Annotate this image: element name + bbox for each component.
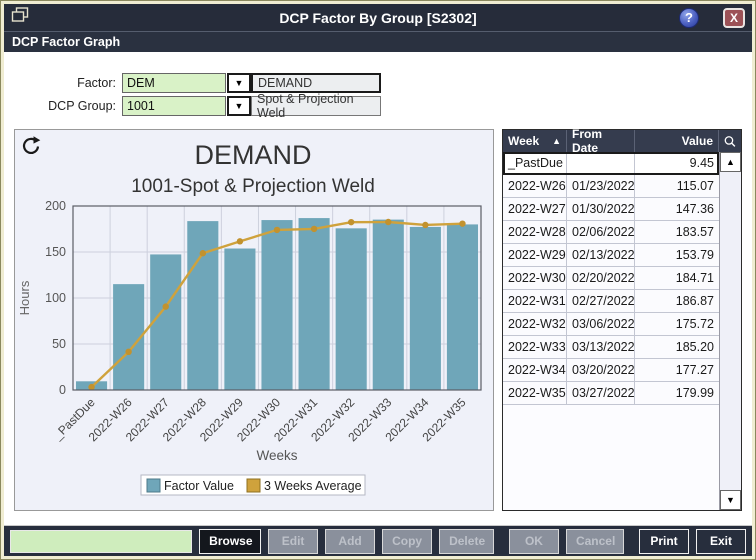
week-value-table: Week ▲ From Date Value _P [502, 129, 742, 511]
svg-text:3 Weeks Average: 3 Weeks Average [264, 479, 362, 493]
table-cell: 179.99 [635, 382, 719, 404]
close-icon[interactable]: X [723, 8, 745, 28]
factor-row: Factor: ▼ DEMAND [12, 72, 752, 93]
svg-text:100: 100 [45, 291, 66, 305]
edit-button: Edit [268, 529, 318, 554]
table-cell: 9.45 [635, 152, 719, 174]
svg-text:50: 50 [52, 337, 66, 351]
svg-text:1001-Spot & Projection Weld: 1001-Spot & Projection Weld [131, 176, 375, 197]
factor-label: Factor: [12, 76, 122, 90]
table-cell: 186.87 [635, 290, 719, 312]
exit-button[interactable]: Exit [696, 529, 746, 554]
table-cell: 02/27/2022 [567, 290, 635, 312]
table-cell [567, 152, 635, 174]
table-row[interactable]: _PastDue 9.45 [503, 152, 719, 175]
print-button[interactable]: Print [639, 529, 689, 554]
table-row[interactable]: 2022-W2902/13/2022153.79 [503, 244, 719, 267]
table-cell: 2022-W27 [503, 198, 567, 220]
table-row[interactable]: 2022-W3503/27/2022179.99 [503, 382, 719, 405]
table-row[interactable]: 2022-W2701/30/2022147.36 [503, 198, 719, 221]
svg-text:0: 0 [59, 383, 66, 397]
column-header-from-date[interactable]: From Date [567, 130, 635, 152]
table-cell: 2022-W35 [503, 382, 567, 404]
sort-ascending-icon: ▲ [552, 136, 561, 146]
column-header-week[interactable]: Week ▲ [503, 130, 567, 152]
column-header-value[interactable]: Value [635, 130, 719, 152]
vertical-scrollbar[interactable]: ▲ ▼ [719, 152, 741, 510]
dcp-group-label: DCP Group: [12, 99, 122, 113]
table-row[interactable]: 2022-W3203/06/2022175.72 [503, 313, 719, 336]
table-cell: 2022-W32 [503, 313, 567, 335]
window-frame: DCP Factor By Group [S2302] ? X DCP Fact… [0, 0, 756, 560]
table-cell: 03/20/2022 [567, 359, 635, 381]
content-area: Factor: ▼ DEMAND DCP Group: ▼ Spot & Pro… [4, 52, 752, 525]
delete-button: Delete [439, 529, 494, 554]
table-cell: 177.27 [635, 359, 719, 381]
factor-dropdown-icon[interactable]: ▼ [227, 73, 251, 93]
tab-dcp-factor-graph: DCP Factor Graph [4, 31, 752, 52]
svg-text:200: 200 [45, 199, 66, 213]
table-cell: 02/13/2022 [567, 244, 635, 266]
table-cell: 03/13/2022 [567, 336, 635, 358]
dcp-factor-window: DCP Factor By Group [S2302] ? X DCP Fact… [4, 4, 752, 556]
factor-description: DEMAND [251, 73, 381, 93]
browse-button[interactable]: Browse [199, 529, 261, 554]
table-cell: 2022-W30 [503, 267, 567, 289]
help-icon[interactable]: ? [679, 8, 699, 28]
table-cell: 2022-W31 [503, 290, 567, 312]
table-cell: 184.71 [635, 267, 719, 289]
week-header-label: Week [508, 134, 539, 148]
table-cell: 02/20/2022 [567, 267, 635, 289]
table-cell: 03/27/2022 [567, 382, 635, 404]
dcp-group-description: Spot & Projection Weld [251, 96, 381, 116]
table-cell: 02/06/2022 [567, 221, 635, 243]
title-bar: DCP Factor By Group [S2302] ? X [4, 4, 752, 31]
table-body: _PastDue9.452022-W2601/23/2022115.072022… [503, 152, 719, 510]
table-row[interactable]: 2022-W3403/20/2022177.27 [503, 359, 719, 382]
table-cell: 147.36 [635, 198, 719, 220]
copy-button: Copy [382, 529, 432, 554]
command-input[interactable] [10, 530, 192, 553]
svg-text:150: 150 [45, 245, 66, 259]
table-cell: 01/23/2022 [567, 175, 635, 197]
search-icon[interactable] [719, 130, 741, 152]
table-cell: 185.20 [635, 336, 719, 358]
table-row[interactable]: 2022-W3102/27/2022186.87 [503, 290, 719, 313]
svg-text:Factor Value: Factor Value [164, 479, 234, 493]
table-cell: 2022-W29 [503, 244, 567, 266]
table-cell: 01/30/2022 [567, 198, 635, 220]
scroll-up-icon[interactable]: ▲ [720, 152, 741, 172]
cancel-button: Cancel [566, 529, 624, 554]
table-row[interactable]: 2022-W2802/06/2022183.57 [503, 221, 719, 244]
chart-svg: DEMAND 1001-Spot & Projection Weld 0 50 100 1… [15, 130, 491, 510]
table-cell: 03/06/2022 [567, 313, 635, 335]
window-title: DCP Factor By Group [S2302] [4, 10, 752, 26]
add-button: Add [325, 529, 375, 554]
table-cell: 2022-W26 [503, 175, 567, 197]
table-row[interactable]: 2022-W2601/23/2022115.07 [503, 175, 719, 198]
dcp-group-row: DCP Group: ▼ Spot & Projection Weld [12, 95, 752, 116]
factor-input[interactable] [122, 73, 226, 93]
dcp-group-input[interactable] [122, 96, 226, 116]
table-header: Week ▲ From Date Value [503, 130, 741, 152]
table-cell: 2022-W28 [503, 221, 567, 243]
table-cell: 115.07 [635, 175, 719, 197]
table-cell: 153.79 [635, 244, 719, 266]
table-cell: 183.57 [635, 221, 719, 243]
ok-button: OK [509, 529, 559, 554]
svg-text:DEMAND: DEMAND [194, 140, 311, 170]
dcp-group-dropdown-icon[interactable]: ▼ [227, 96, 251, 116]
table-row[interactable]: 2022-W3002/20/2022184.71 [503, 267, 719, 290]
table-cell: 2022-W34 [503, 359, 567, 381]
button-bar: Browse Edit Add Copy Delete OK Cancel Print Exit [4, 525, 752, 556]
svg-text:Weeks: Weeks [256, 448, 297, 463]
table-cell: _PastDue [503, 152, 567, 174]
scroll-down-icon[interactable]: ▼ [720, 490, 741, 510]
table-cell: 2022-W33 [503, 336, 567, 358]
svg-text:Hours: Hours [17, 280, 32, 315]
chart-panel: DEMAND 1001-Spot & Projection Weld 0 50 100 1… [14, 129, 494, 511]
table-cell: 175.72 [635, 313, 719, 335]
table-row[interactable]: 2022-W3303/13/2022185.20 [503, 336, 719, 359]
refresh-icon[interactable] [19, 134, 43, 158]
